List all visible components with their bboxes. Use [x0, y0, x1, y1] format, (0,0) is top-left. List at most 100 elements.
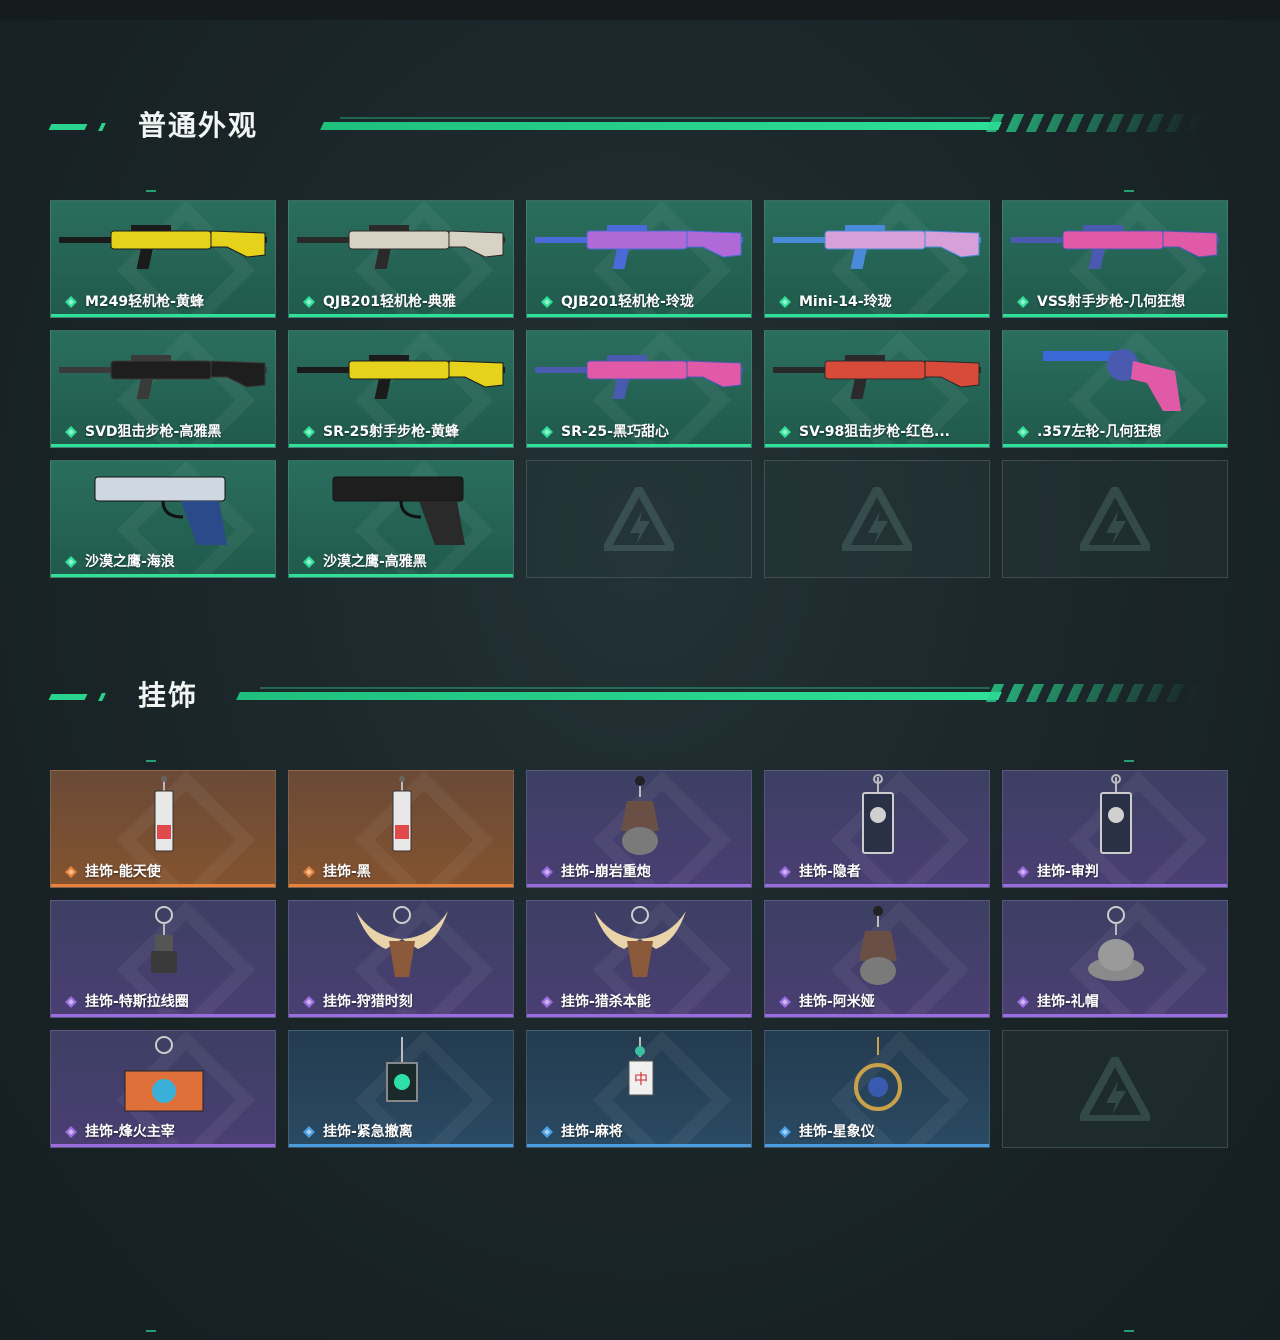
charm-card-icon	[1100, 774, 1132, 854]
rarity-gem-icon	[779, 866, 791, 878]
rifle-white-icon	[297, 225, 505, 269]
skin-card[interactable]: M249轻机枪-黄蜂	[50, 200, 276, 318]
item-label: 挂饰-能天使	[85, 864, 161, 880]
rarity-bar	[1003, 314, 1227, 317]
placeholder-logo-icon	[604, 487, 674, 551]
charm-card[interactable]: 挂饰-紧急撤离	[288, 1030, 514, 1148]
charm-card[interactable]: 挂饰-猎杀本能	[526, 900, 752, 1018]
skin-card[interactable]: QJB201轻机枪-玲珑	[526, 200, 752, 318]
rarity-gem-icon	[303, 426, 315, 438]
item-label: 挂饰-麻将	[561, 1124, 623, 1140]
skin-card[interactable]: 沙漠之鹰-海浪	[50, 460, 276, 578]
skin-card[interactable]: SR-25射手步枪-黄蜂	[288, 330, 514, 448]
charm-card[interactable]: 中挂饰-麻将	[526, 1030, 752, 1148]
header-dash	[48, 694, 88, 700]
charm-card[interactable]: 挂饰-特斯拉线圈	[50, 900, 276, 1018]
charm-card[interactable]: 挂饰-星象仪	[764, 1030, 990, 1148]
rarity-gem-icon	[779, 996, 791, 1008]
charm-tag-icon	[154, 776, 174, 852]
skin-card[interactable]: SV-98狙击步枪-红色...	[764, 330, 990, 448]
item-label: 挂饰-审判	[1037, 864, 1099, 880]
charm-card[interactable]: 挂饰-狩猎时刻	[288, 900, 514, 1018]
item-label: SVD狙击步枪-高雅黑	[85, 424, 222, 440]
rifle-pink-icon	[535, 355, 743, 399]
rarity-bar	[765, 1014, 989, 1017]
rarity-gem-icon	[303, 556, 315, 568]
rarity-gem-icon	[303, 296, 315, 308]
charm-card[interactable]: 挂饰-烽火主宰	[50, 1030, 276, 1148]
revolver-icon	[1043, 349, 1181, 411]
item-label: 挂饰-烽火主宰	[85, 1124, 175, 1140]
rarity-bar	[765, 314, 989, 317]
charm-card[interactable]: 挂饰-阿米娅	[764, 900, 990, 1018]
item-label: 挂饰-紧急撤离	[323, 1124, 413, 1140]
charm-mahjong-icon: 中	[628, 1037, 654, 1096]
skin-card[interactable]: 沙漠之鹰-高雅黑	[288, 460, 514, 578]
charm-card[interactable]: 挂饰-能天使	[50, 770, 276, 888]
placeholder-logo-icon	[842, 487, 912, 551]
rifle-purple-icon	[535, 225, 743, 269]
rarity-gem-icon	[779, 426, 791, 438]
section-title: 挂饰	[138, 679, 199, 712]
rarity-gem-icon	[779, 1126, 791, 1138]
corner-tick	[1124, 760, 1134, 762]
corner-tick	[146, 1330, 156, 1332]
rarity-bar	[51, 314, 275, 317]
empty-slot	[764, 460, 990, 578]
skin-card[interactable]: .357左轮-几何狂想	[1002, 330, 1228, 448]
rarity-gem-icon	[65, 556, 77, 568]
charm-card[interactable]: 挂饰-黑	[288, 770, 514, 888]
header-line	[320, 122, 1002, 130]
rarity-bar	[51, 884, 275, 887]
rarity-bar	[1003, 884, 1227, 887]
skin-card[interactable]: Mini-14-玲珑	[764, 200, 990, 318]
item-label: 挂饰-星象仪	[799, 1124, 875, 1140]
rarity-gem-icon	[303, 1126, 315, 1138]
rarity-bar	[51, 574, 275, 577]
pistol-blue-icon	[94, 476, 227, 545]
charm-card[interactable]: 挂饰-隐者	[764, 770, 990, 888]
section-header: 挂饰	[48, 676, 1230, 716]
item-label: 沙漠之鹰-高雅黑	[323, 554, 427, 570]
rarity-gem-icon	[541, 1126, 553, 1138]
rarity-gem-icon	[65, 996, 77, 1008]
rarity-bar	[51, 1144, 275, 1147]
charm-card[interactable]: 挂饰-崩岩重炮	[526, 770, 752, 888]
section-charms: 挂饰 挂饰-能天使 挂饰-黑 挂饰-崩岩重炮 挂饰-隐者 挂饰-审判 挂饰-特斯…	[48, 676, 1230, 1148]
item-label: 挂饰-礼帽	[1037, 994, 1099, 1010]
rarity-bar	[289, 574, 513, 577]
rarity-bar	[289, 884, 513, 887]
rarity-bar	[527, 314, 751, 317]
skin-card[interactable]: QJB201轻机枪-典雅	[288, 200, 514, 318]
charm-figure-icon	[621, 776, 659, 855]
empty-slot	[1002, 1030, 1228, 1148]
item-label: SR-25射手步枪-黄蜂	[323, 424, 459, 440]
item-label: SR-25-黑巧甜心	[561, 424, 669, 440]
rarity-bar	[527, 1144, 751, 1147]
rarity-gem-icon	[303, 996, 315, 1008]
header-checker	[985, 684, 1205, 702]
rarity-bar	[51, 1014, 275, 1017]
rarity-bar	[1003, 444, 1227, 447]
skin-card[interactable]: SVD狙击步枪-高雅黑	[50, 330, 276, 448]
section-title: 普通外观	[138, 109, 259, 142]
rarity-gem-icon	[65, 866, 77, 878]
corner-tick	[146, 190, 156, 192]
charm-card[interactable]: 挂饰-礼帽	[1002, 900, 1228, 1018]
rarity-bar	[289, 1014, 513, 1017]
skin-card[interactable]: VSS射手步枪-几何狂想	[1002, 200, 1228, 318]
item-label: SV-98狙击步枪-红色...	[799, 424, 950, 440]
rifle-red-icon	[773, 355, 981, 399]
header-line-thin	[340, 117, 990, 119]
charm-plate-icon	[386, 1037, 418, 1102]
corner-tick	[146, 760, 156, 762]
placeholder-logo-icon	[1080, 1057, 1150, 1121]
rarity-gem-icon	[65, 1126, 77, 1138]
rarity-bar	[289, 314, 513, 317]
charm-card[interactable]: 挂饰-审判	[1002, 770, 1228, 888]
svg-text:中: 中	[634, 1072, 648, 1088]
rarity-bar	[765, 884, 989, 887]
rarity-bar	[527, 884, 751, 887]
charm-figure-icon	[859, 906, 897, 985]
skin-card[interactable]: SR-25-黑巧甜心	[526, 330, 752, 448]
